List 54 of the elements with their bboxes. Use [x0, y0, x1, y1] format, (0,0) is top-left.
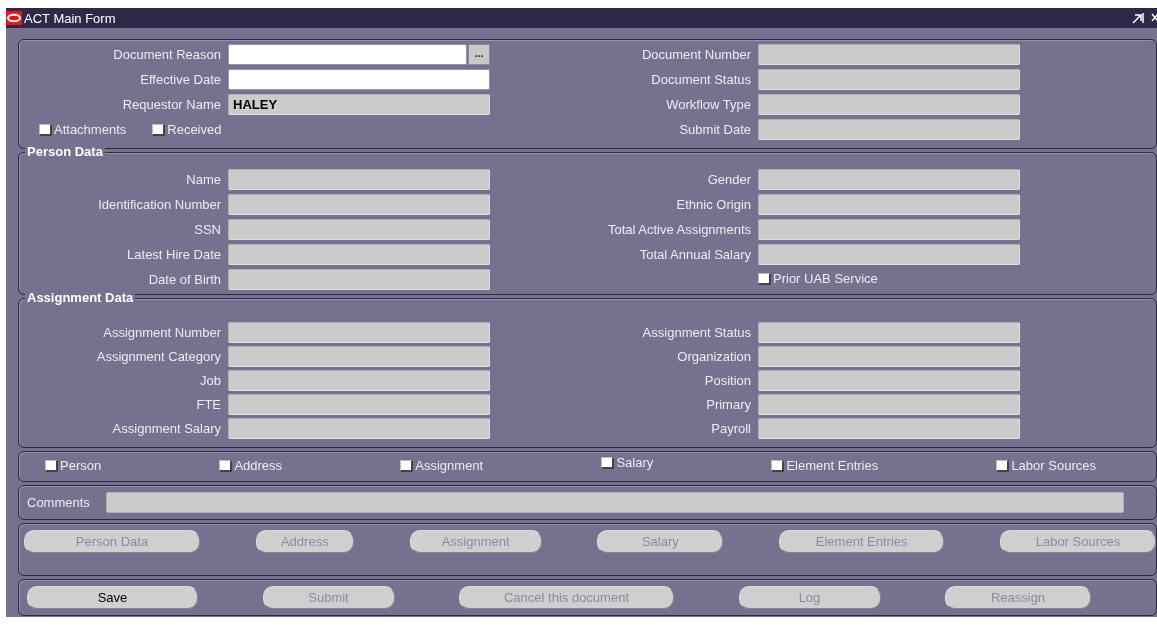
field-label: Requestor Name [122, 96, 221, 113]
checkbox[interactable] [152, 123, 166, 136]
field-label: Job [200, 372, 221, 389]
field-label: Gender [707, 171, 751, 188]
field-label: Assignment Status [642, 324, 751, 341]
checkbox[interactable] [758, 272, 771, 285]
field-label: Total Annual Salary [639, 246, 751, 263]
field-label: Document Reason [113, 46, 221, 63]
checkbox[interactable] [39, 123, 52, 136]
checkbox[interactable] [45, 459, 58, 472]
field-label: Total Active Assignments [607, 221, 751, 238]
checkbox[interactable] [400, 459, 414, 472]
field-label: Assignment Salary [112, 420, 221, 437]
checkbox[interactable] [771, 459, 785, 472]
section-title: Assignment Data [25, 290, 136, 306]
field-label: Assignment Number [103, 324, 221, 341]
oval-logo-icon [6, 11, 22, 25]
field-label: Submit Date [679, 121, 751, 138]
field-label: Latest Hire Date [127, 246, 221, 263]
restore-icon[interactable] [1131, 12, 1145, 24]
checkbox-label: Person [60, 458, 102, 473]
window-title: ACT Main Form [24, 10, 116, 26]
field-label: Identification Number [98, 196, 221, 213]
checkbox[interactable] [219, 459, 233, 472]
checkbox[interactable] [996, 459, 1010, 472]
checkbox-label: Address [234, 458, 283, 473]
checkbox-label: Assignment [415, 458, 484, 473]
field-label: SSN [194, 221, 221, 238]
list-of-values-button[interactable]: ... [468, 44, 490, 65]
field-label: Assignment Category [96, 348, 221, 365]
field-label: Name [186, 171, 221, 188]
field-label: Organization [677, 348, 751, 365]
form-button[interactable]: Save [27, 586, 198, 609]
field-label: Document Number [641, 46, 751, 63]
text-field[interactable] [228, 44, 467, 65]
checkbox-label: Salary [616, 455, 654, 470]
field-label: Primary [706, 396, 751, 413]
checkbox[interactable] [601, 456, 615, 469]
checkbox-label: Received [167, 122, 222, 137]
field-label: Payroll [711, 420, 751, 437]
checkbox-label: Labor Sources [1011, 458, 1096, 473]
field-label: Effective Date [140, 71, 221, 88]
field-label: Ethnic Origin [676, 196, 751, 213]
checkbox-label: Element Entries [786, 458, 879, 473]
text-field[interactable] [228, 69, 490, 90]
field-label: FTE [196, 396, 221, 413]
checkbox-label: Prior UAB Service [773, 271, 878, 287]
field-label: Comments [27, 495, 90, 510]
field-label: Workflow Type [666, 96, 751, 113]
checkbox-label: Attachments [54, 122, 127, 137]
field-label: Position [704, 372, 751, 389]
close-icon[interactable] [1151, 12, 1157, 24]
field-label: Document Status [651, 71, 751, 88]
field-label: Date of Birth [148, 271, 221, 288]
